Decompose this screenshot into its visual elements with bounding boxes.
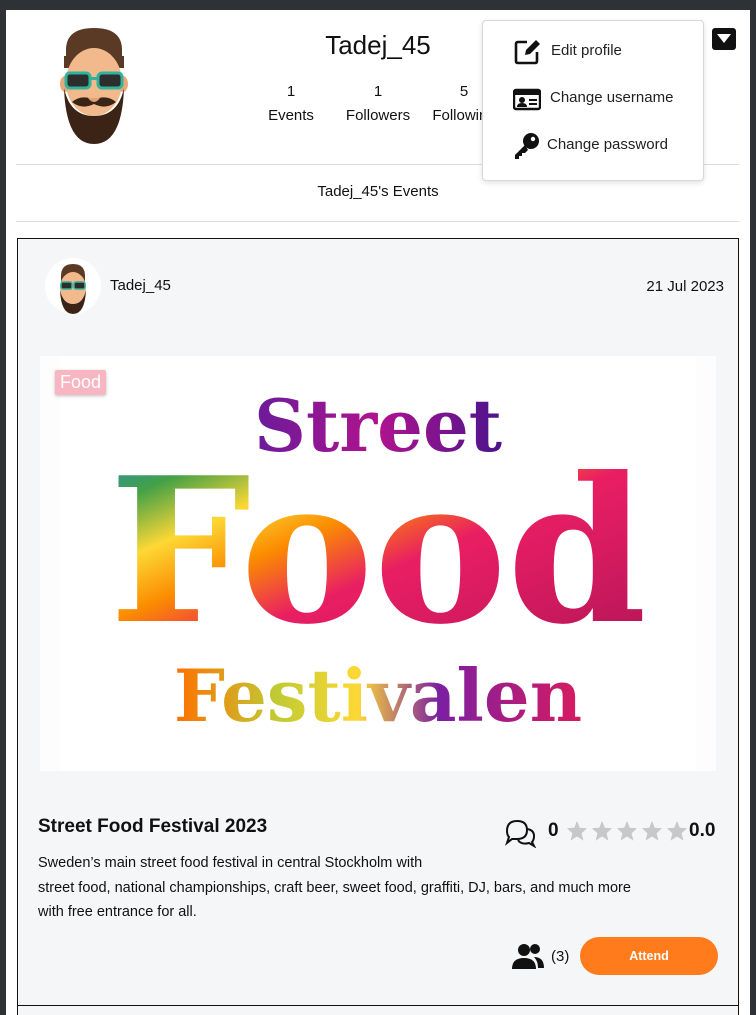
attend-button[interactable]: Attend <box>580 937 718 975</box>
event-image-canvas: Street Food Festivalen <box>60 356 696 771</box>
event-card: Tadej_45 21 Jul 2023 Street Food Festiva… <box>17 238 739 1015</box>
comments-icon[interactable] <box>503 818 537 849</box>
menu-item-edit-profile[interactable]: Edit profile <box>483 31 703 71</box>
image-text-food: Food <box>109 434 647 669</box>
menu-item-label: Edit profile <box>551 42 622 59</box>
comment-count: 0 <box>548 820 559 841</box>
star-icon[interactable] <box>666 820 688 842</box>
star-icon[interactable] <box>616 820 638 842</box>
event-description: Sweden’s main street food festival in ce… <box>38 851 718 925</box>
attendees-icon <box>511 942 545 970</box>
event-title[interactable]: Street Food Festival 2023 <box>38 816 267 838</box>
category-badge[interactable]: Food <box>55 370 107 395</box>
star-icon[interactable] <box>591 820 613 842</box>
event-author[interactable]: Tadej_45 <box>110 277 171 294</box>
menu-item-change-password[interactable]: Change password <box>483 125 703 165</box>
menu-item-label: Change password <box>547 136 668 153</box>
stat-count: 1 <box>373 83 383 100</box>
id-card-icon <box>513 88 541 111</box>
star-icon[interactable] <box>641 820 663 842</box>
stat-followers[interactable]: 1 Followers <box>333 80 423 128</box>
description-line: Sweden’s main street food festival in ce… <box>38 855 423 871</box>
author-avatar[interactable] <box>45 258 101 314</box>
card-divider <box>18 1005 738 1006</box>
star-icon[interactable] <box>566 820 588 842</box>
stat-count: 1 <box>286 83 296 100</box>
heading-divider <box>16 221 739 222</box>
event-image[interactable]: Street Food Festivalen <box>40 356 716 771</box>
profile-menu-toggle[interactable] <box>712 28 736 50</box>
profile-page: Tadej_45 1 Events 1 Followers 5 Followin… <box>6 10 750 1015</box>
rating-value: 0.0 <box>689 820 716 841</box>
image-text-festivalen: Festivalen <box>174 653 582 738</box>
stat-label: Followers <box>345 107 411 124</box>
description-line: street food, national championships, cra… <box>38 879 631 896</box>
menu-item-change-username[interactable]: Change username <box>483 78 703 118</box>
edit-icon <box>514 40 540 65</box>
event-date: 21 Jul 2023 <box>646 278 724 295</box>
profile-dropdown-menu: Edit profile Change username Change pass… <box>482 20 704 181</box>
caret-down-icon <box>717 34 731 43</box>
description-line: with free entrance for all. <box>38 904 197 920</box>
stat-events[interactable]: 1 Events <box>246 80 336 128</box>
events-heading: Tadej_45's Events <box>317 183 439 200</box>
stat-label: Events <box>268 107 314 124</box>
menu-item-label: Change username <box>550 89 674 106</box>
attendee-count: (3) <box>551 948 570 965</box>
key-icon <box>515 133 539 159</box>
